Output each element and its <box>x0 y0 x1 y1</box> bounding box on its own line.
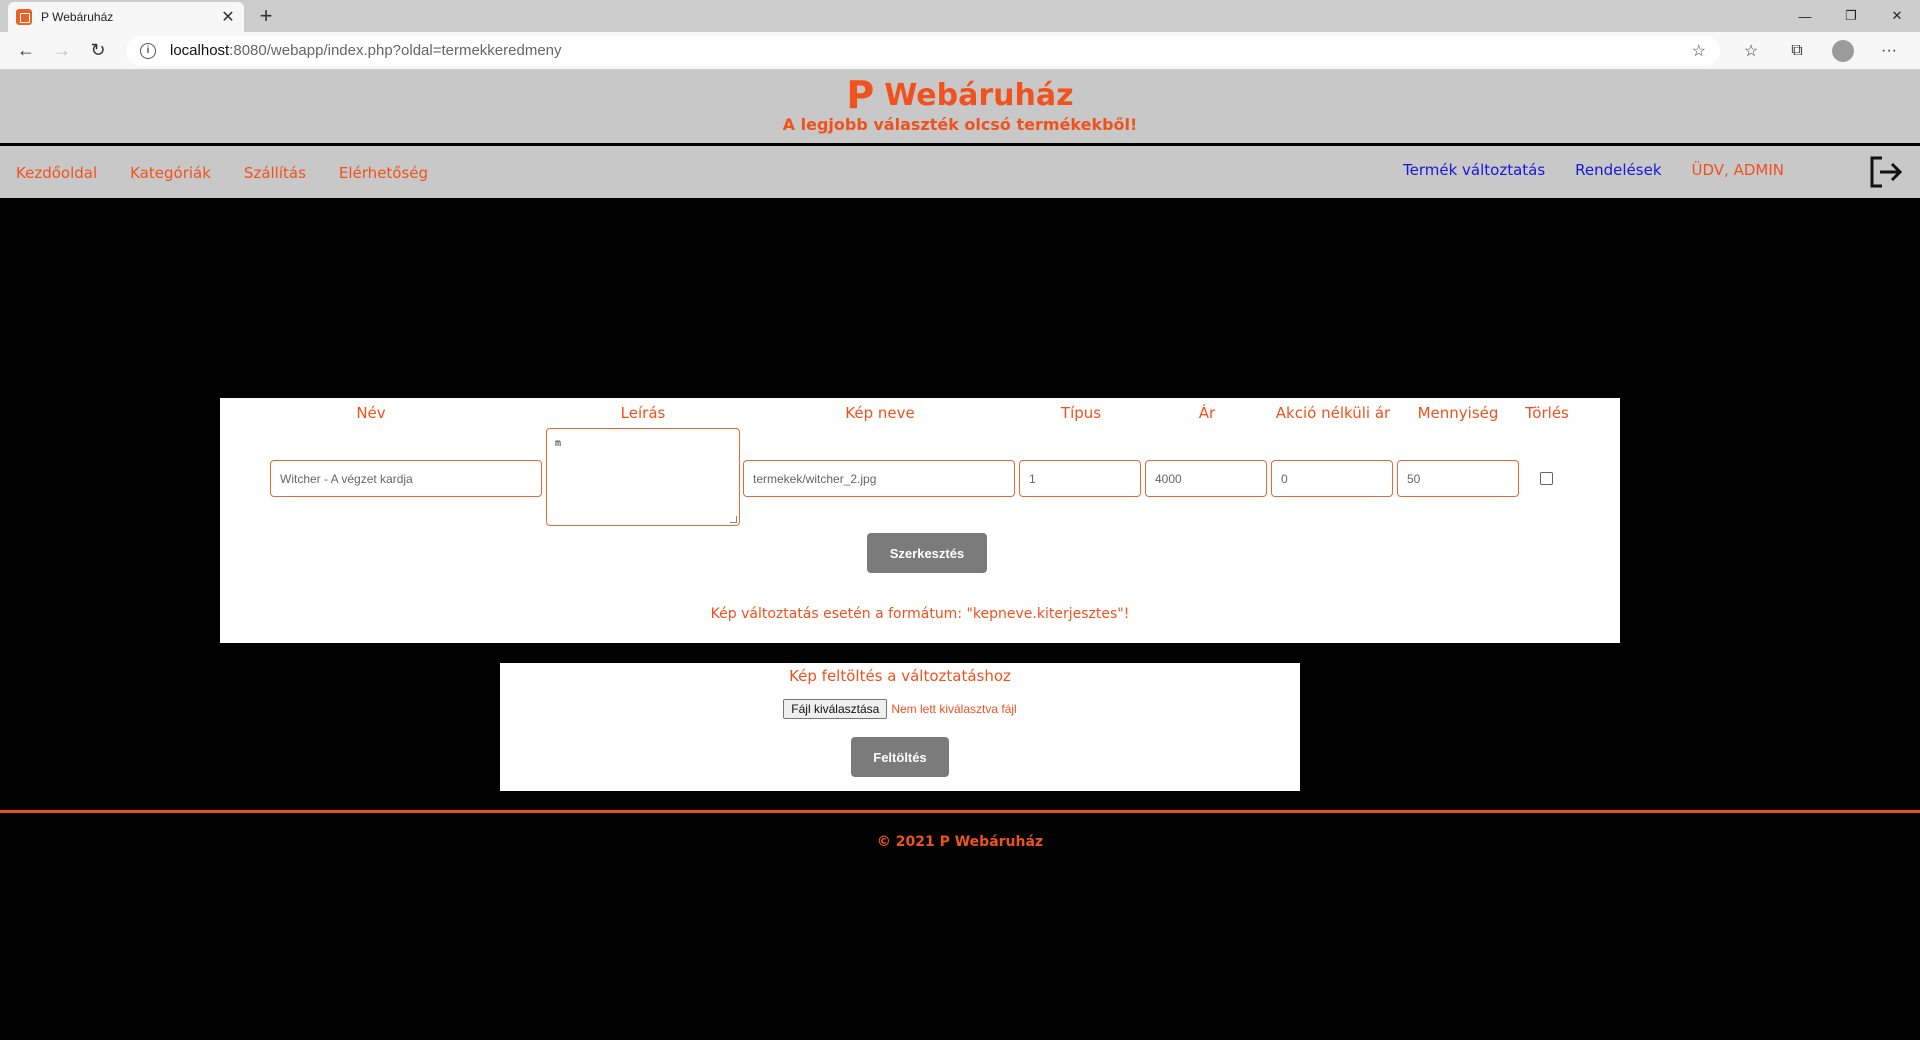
menu-item-szallitas[interactable]: Szállítás <box>244 164 306 182</box>
url-host: localhost <box>170 42 230 59</box>
mennyiseg-input[interactable]: 50 <box>1397 460 1519 497</box>
collections-icon[interactable]: ⧉ <box>1774 36 1820 66</box>
menu-item-rendelesek[interactable]: Rendelések <box>1575 161 1661 179</box>
image-upload-form: Kép feltöltés a változtatáshoz Fájl kivá… <box>500 663 1300 791</box>
main-content: Név Leírás Kép neve Típus Ár Akció nélkü… <box>0 198 1920 850</box>
file-choose-button[interactable]: Fájl kiválasztása <box>783 699 888 719</box>
format-note: Kép változtatás esetén a formátum: "kepn… <box>710 606 1130 622</box>
close-window-button[interactable]: ✕ <box>1874 0 1920 32</box>
site-favicon-icon <box>16 9 32 25</box>
header-mennyiseg: Mennyiség <box>1417 404 1499 422</box>
header-tipus: Típus <box>1060 404 1102 422</box>
forward-button[interactable]: → <box>44 36 80 66</box>
header-torles: Törlés <box>1525 404 1569 422</box>
header-ar: Ár <box>1198 404 1216 422</box>
footer-divider <box>0 810 1920 813</box>
browser-tabbar: P Webáruház ✕ + — ❐ ✕ <box>0 0 1920 32</box>
akcio-input[interactable]: 0 <box>1271 460 1393 497</box>
new-tab-button[interactable]: + <box>254 4 278 28</box>
favorites-icon[interactable]: ☆ <box>1728 36 1774 66</box>
footer-copyright: © 2021 P Webáruház <box>876 834 1044 850</box>
minimize-button[interactable]: — <box>1782 0 1828 32</box>
site-header: P Webáruház A legjobb választék olcsó te… <box>0 70 1920 146</box>
favorite-star-icon[interactable]: ☆ <box>1692 41 1706 61</box>
reload-button[interactable]: ↻ <box>80 36 116 66</box>
feltoltes-button[interactable]: Feltöltés <box>851 737 949 777</box>
header-leiras: Leírás <box>620 404 666 422</box>
file-status: Nem lett kiválasztva fájl <box>891 702 1017 716</box>
browser-toolbar: ← → ↻ i localhost:8080/webapp/index.php?… <box>0 32 1920 70</box>
header-nev: Név <box>356 404 386 422</box>
site-title[interactable]: Webáruház <box>884 78 1073 113</box>
header-akcio: Akció nélküli ár <box>1275 404 1391 422</box>
site-subtitle: A legjobb választék olcsó termékekből! <box>782 115 1138 134</box>
more-menu-icon[interactable]: ··· <box>1866 36 1912 66</box>
leiras-textarea[interactable]: m <box>546 428 740 526</box>
site-info-icon[interactable]: i <box>140 42 156 59</box>
tipus-input[interactable]: 1 <box>1019 460 1141 497</box>
menu-item-termek-valtoztatas[interactable]: Termék változtatás <box>1403 161 1545 179</box>
profile-button[interactable] <box>1820 36 1866 66</box>
menu-item-kezdooldal[interactable]: Kezdőoldal <box>16 164 97 182</box>
menu-item-udv-admin[interactable]: ÜDV, ADMIN <box>1692 161 1784 179</box>
product-edit-form: Név Leírás Kép neve Típus Ár Akció nélkü… <box>220 398 1620 643</box>
ar-input[interactable]: 4000 <box>1145 460 1267 497</box>
torles-checkbox[interactable] <box>1540 472 1553 485</box>
upload-title: Kép feltöltés a változtatáshoz <box>789 667 1011 685</box>
logout-icon[interactable] <box>1868 154 1904 190</box>
avatar <box>1832 39 1854 62</box>
restore-button[interactable]: ❐ <box>1828 0 1874 32</box>
menu-left: Kezdőoldal Kategóriák Szállítás Elérhető… <box>16 164 428 182</box>
tab-title: P Webáruház <box>41 10 114 24</box>
close-tab-icon[interactable]: ✕ <box>220 7 236 27</box>
logo-icon[interactable]: P <box>846 75 874 115</box>
browser-tab[interactable]: P Webáruház ✕ <box>8 2 244 32</box>
kep-input[interactable]: termekek/witcher_2.jpg <box>743 460 1015 497</box>
szerkesztes-button[interactable]: Szerkesztés <box>867 533 987 573</box>
window-controls: — ❐ ✕ <box>1782 0 1920 32</box>
menu-item-elerhetoseg[interactable]: Elérhetőség <box>339 164 428 182</box>
nev-input[interactable]: Witcher - A végzet kardja <box>270 460 542 497</box>
main-menu: Kezdőoldal Kategóriák Szállítás Elérhető… <box>0 146 1920 198</box>
address-bar[interactable]: i localhost:8080/webapp/index.php?oldal=… <box>126 35 1720 66</box>
menu-item-kategoriak[interactable]: Kategóriák <box>130 164 211 182</box>
header-kep: Kép neve <box>845 404 915 422</box>
url-path: :8080/webapp/index.php?oldal=termekkered… <box>229 42 562 59</box>
menu-right: Termék változtatás Rendelések ÜDV, ADMIN <box>1403 161 1784 179</box>
logo-row: P Webáruház <box>0 70 1920 115</box>
back-button[interactable]: ← <box>8 36 44 66</box>
file-picker: Fájl kiválasztása Nem lett kiválasztva f… <box>500 699 1300 719</box>
